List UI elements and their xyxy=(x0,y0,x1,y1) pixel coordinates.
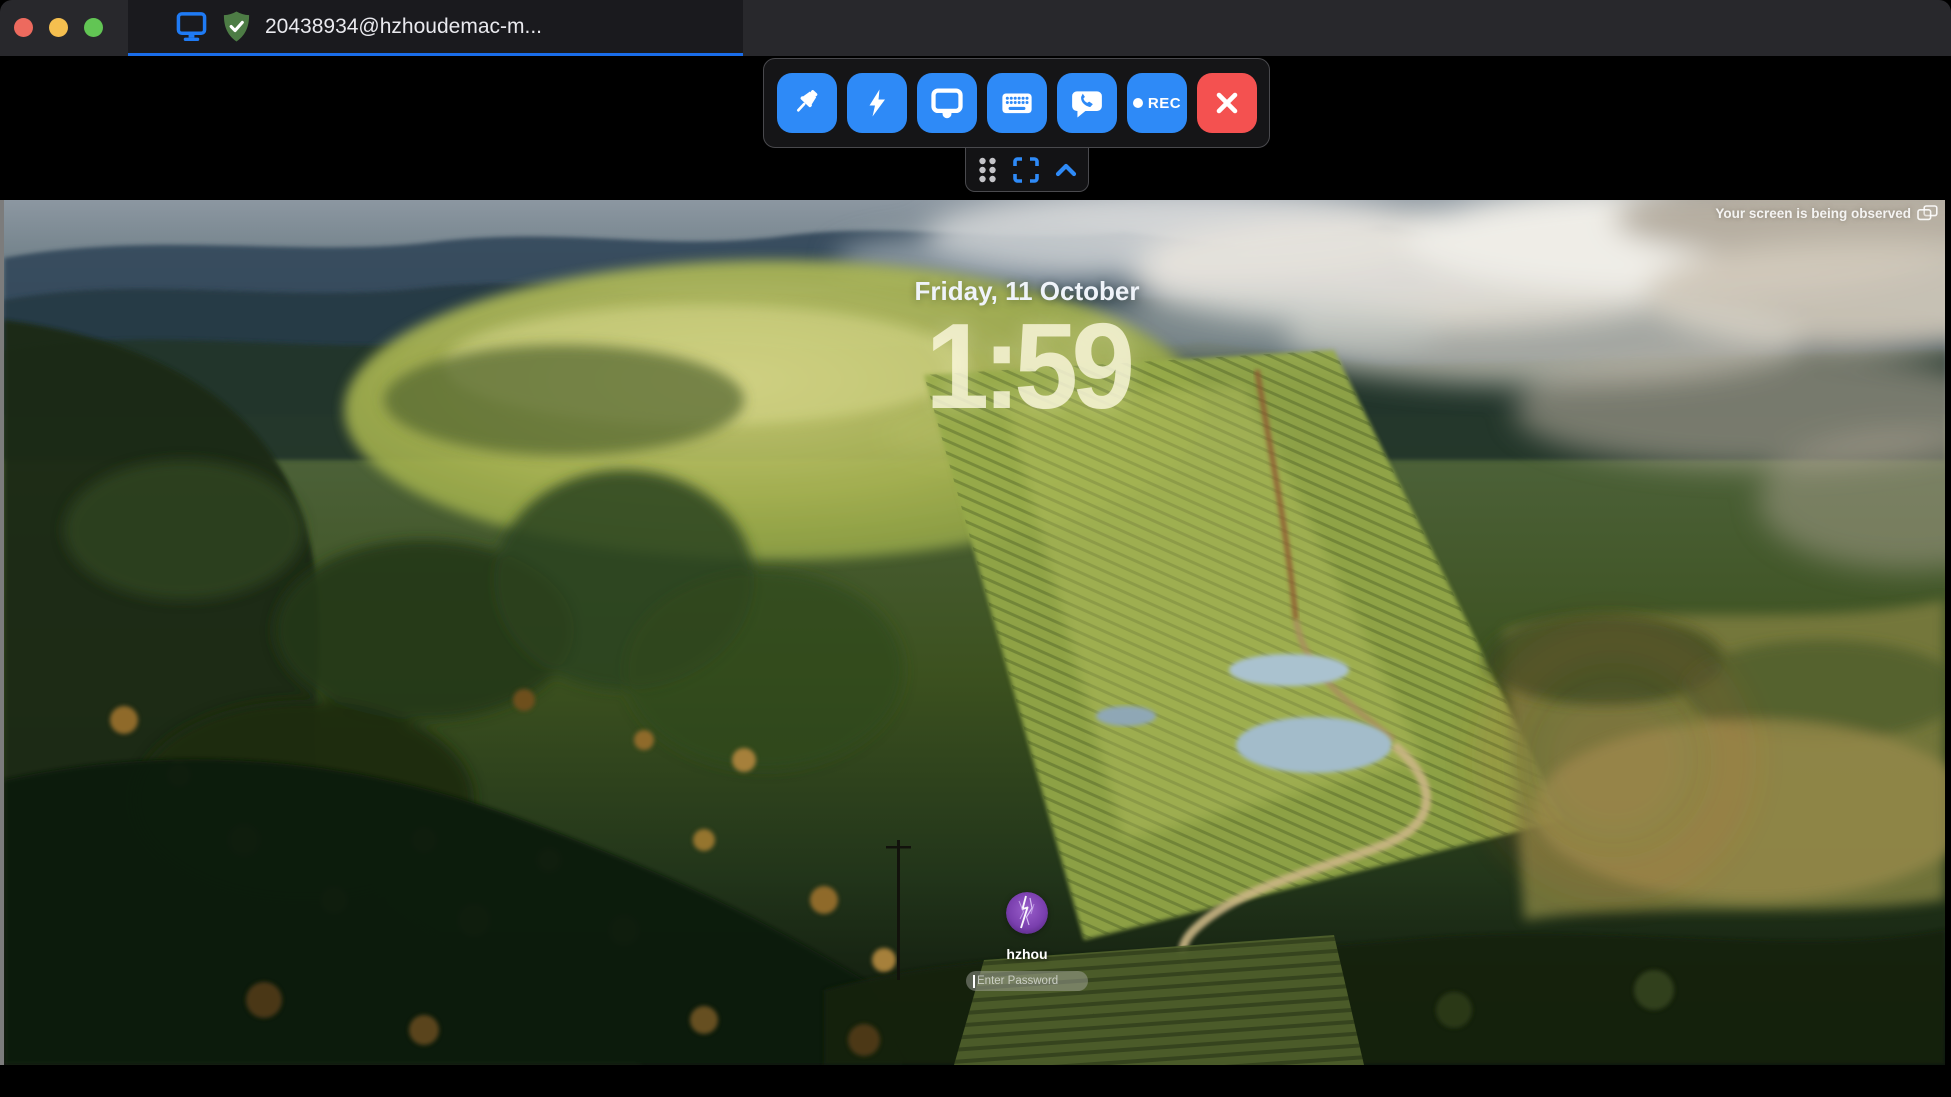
remote-control-toolbar: REC xyxy=(763,58,1270,148)
record-toolbar-button[interactable]: REC xyxy=(1127,73,1187,133)
display-icon xyxy=(175,11,208,42)
text-caret xyxy=(973,975,975,988)
login-area: hzhou xyxy=(877,892,1177,991)
close-session-toolbar-button[interactable] xyxy=(1197,73,1257,133)
fullscreen-button[interactable] xyxy=(1013,157,1039,183)
pin-icon xyxy=(790,86,824,120)
keyboard-toolbar-button[interactable] xyxy=(987,73,1047,133)
close-window-button[interactable] xyxy=(14,18,33,37)
observed-screens-icon xyxy=(1917,205,1938,221)
collapse-chevron-icon xyxy=(1053,159,1079,181)
pin-toolbar-button[interactable] xyxy=(777,73,837,133)
fullscreen-icon xyxy=(1013,157,1039,183)
traffic-lights xyxy=(14,18,103,37)
lock-screen-datetime: Friday, 11 October 1:59 xyxy=(827,276,1227,420)
collapse-toolbar-button[interactable] xyxy=(1053,159,1079,181)
window-title-bar: 20438934@hzhoudemac-m... xyxy=(0,0,1951,56)
session-tab[interactable]: 20438934@hzhoudemac-m... xyxy=(128,0,743,56)
performance-toolbar-button[interactable] xyxy=(847,73,907,133)
record-icon xyxy=(1133,98,1143,108)
screen-observed-notice: Your screen is being observed xyxy=(1715,205,1938,221)
display-toolbar-button[interactable] xyxy=(917,73,977,133)
zoom-window-button[interactable] xyxy=(84,18,103,37)
toolbar-quickbar xyxy=(965,148,1089,192)
grid-dots-handle[interactable] xyxy=(976,155,999,185)
avatar-lightning-image xyxy=(1006,892,1048,934)
password-field-wrap xyxy=(966,971,1088,991)
user-avatar[interactable] xyxy=(1006,892,1048,934)
minimize-window-button[interactable] xyxy=(49,18,68,37)
screen-observed-text: Your screen is being observed xyxy=(1715,206,1911,221)
session-tab-title: 20438934@hzhoudemac-m... xyxy=(265,15,542,39)
grid-dots-icon xyxy=(976,155,999,185)
username-label: hzhou xyxy=(1006,946,1047,962)
close-session-icon xyxy=(1211,87,1243,119)
password-input[interactable] xyxy=(966,971,1088,991)
remote-screen: Your screen is being observed Friday, 11… xyxy=(4,200,1945,1065)
shield-check-icon xyxy=(221,10,252,44)
lightning-icon xyxy=(861,87,893,119)
lock-screen-clock: 1:59 xyxy=(839,313,1215,420)
keyboard-icon xyxy=(999,85,1035,121)
record-label: REC xyxy=(1148,95,1181,112)
display-icon xyxy=(929,85,965,121)
call-chat-toolbar-button[interactable] xyxy=(1057,73,1117,133)
call-chat-icon xyxy=(1070,86,1104,120)
